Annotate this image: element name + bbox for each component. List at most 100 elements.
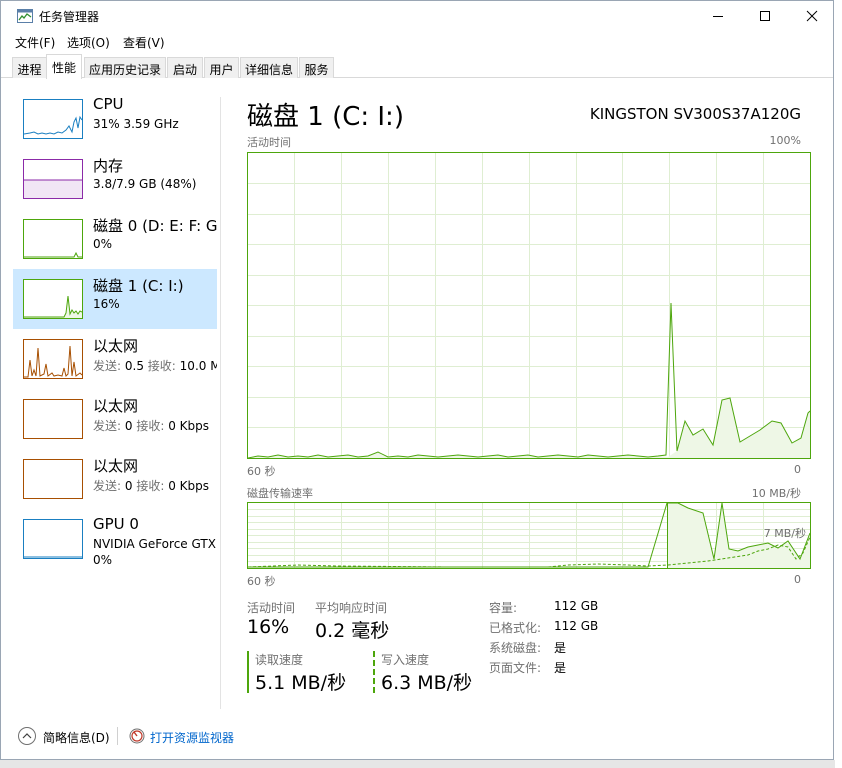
transfer-graph-time-label: 60 秒 xyxy=(247,575,276,588)
tab-startup[interactable]: 启动 xyxy=(167,57,203,78)
gpu-thumbnail-graph xyxy=(23,519,83,559)
formatted-label: 已格式化: xyxy=(489,621,542,635)
desktop-strip-bottom xyxy=(0,760,842,768)
disk-model: KINGSTON SV300S37A120G xyxy=(589,105,801,123)
transfer-graph-min-label: 0 xyxy=(794,573,801,586)
menu-view[interactable]: 查看(V) xyxy=(123,34,165,51)
send-label: 发送: xyxy=(93,359,122,373)
sidebar-item-title: 磁盘 0 (D: E: F: G:) xyxy=(93,217,217,235)
active-time-value: 16% xyxy=(247,616,290,638)
activity-time-plot xyxy=(248,153,810,458)
sidebar-divider xyxy=(220,97,221,709)
sidebar-item-ethernet-1[interactable]: 以太网 发送: 0.5 接收: 10.0 M xyxy=(13,329,217,389)
read-speed-indicator xyxy=(247,651,249,693)
sidebar-item-title: 以太网 xyxy=(93,397,139,415)
sidebar-item-title: GPU 0 xyxy=(93,515,139,533)
open-resource-monitor-link[interactable]: 打开资源监视器 xyxy=(150,729,234,746)
collapse-chevron-icon[interactable] xyxy=(17,726,37,746)
minimize-button[interactable] xyxy=(695,1,741,31)
transfer-rate-plot xyxy=(248,503,810,568)
tab-services[interactable]: 服务 xyxy=(299,57,334,78)
sidebar-item-subtitle: 发送: 0 接收: 0 Kbps xyxy=(93,477,217,494)
title-bar[interactable]: 任务管理器 xyxy=(1,1,833,31)
send-label: 发送: xyxy=(93,479,122,493)
transfer-graph-max-label: 10 MB/秒 xyxy=(751,487,801,500)
sidebar-item-subtitle: 16% xyxy=(93,297,120,311)
tab-users[interactable]: 用户 xyxy=(204,57,239,78)
tab-strip: 进程 性能 应用历史记录 启动 用户 详细信息 服务 xyxy=(1,54,833,79)
receive-value: 0 Kbps xyxy=(168,479,210,493)
task-manager-window: 任务管理器 文件(F) 选项(O) 查看(V) 进程 性能 应用历史记录 启动 … xyxy=(0,0,834,760)
activity-graph-time-label: 60 秒 xyxy=(247,465,276,478)
sidebar-item-subtitle: 3.8/7.9 GB (48%) xyxy=(93,177,197,191)
read-speed-value: 5.1 MB/秒 xyxy=(255,672,347,694)
tab-app-history[interactable]: 应用历史记录 xyxy=(84,57,166,78)
cpu-thumbnail-graph xyxy=(23,99,83,139)
activity-graph-max-label: 100% xyxy=(769,134,801,147)
send-value: 0.5 xyxy=(124,359,144,373)
page-title: 磁盘 1 (C: I:) xyxy=(247,102,404,132)
tab-performance[interactable]: 性能 xyxy=(46,54,82,79)
sidebar-item-title: 以太网 xyxy=(93,457,139,475)
sidebar-item-subtitle: NVIDIA GeForce GTX xyxy=(93,537,216,551)
sidebar-item-subtitle: 31% 3.59 GHz xyxy=(93,117,179,131)
maximize-icon xyxy=(760,11,770,21)
send-value: 0 xyxy=(124,479,133,493)
sidebar-item-title: 磁盘 1 (C: I:) xyxy=(93,277,184,295)
window-title: 任务管理器 xyxy=(39,10,100,24)
sidebar-item-ethernet-3[interactable]: 以太网 发送: 0 接收: 0 Kbps xyxy=(13,449,217,509)
menu-options[interactable]: 选项(O) xyxy=(67,34,110,51)
transfer-rate-graph: 7 MB/秒 xyxy=(247,502,811,569)
activity-graph-min-label: 0 xyxy=(794,463,801,476)
activity-time-graph xyxy=(247,152,811,459)
sidebar-item-disk-1[interactable]: 磁盘 1 (C: I:) 16% xyxy=(13,269,217,329)
sidebar-item-disk-0[interactable]: 磁盘 0 (D: E: F: G:) 0% xyxy=(13,209,217,269)
close-icon xyxy=(806,10,818,22)
system-disk-label: 系统磁盘: xyxy=(489,641,542,655)
sidebar-item-subtitle: 0% xyxy=(93,237,113,251)
ethernet-3-thumbnail-graph xyxy=(23,459,83,499)
transfer-graph-label: 磁盘传输速率 xyxy=(247,487,313,500)
response-time-label: 平均响应时间 xyxy=(315,601,388,615)
send-value: 0 xyxy=(124,419,133,433)
sidebar-item-subtitle: 发送: 0.5 接收: 10.0 M xyxy=(93,357,217,374)
sidebar-item-subtitle-2: 0% xyxy=(93,553,113,567)
write-speed-indicator xyxy=(373,651,375,693)
resource-monitor-icon[interactable] xyxy=(129,728,145,744)
receive-label: 接收: xyxy=(136,479,165,493)
fewer-details-link[interactable]: 简略信息(D) xyxy=(43,729,110,746)
footer-separator xyxy=(117,727,118,745)
sidebar-item-gpu-0[interactable]: GPU 0 NVIDIA GeForce GTX 0% xyxy=(13,509,217,569)
disk-0-thumbnail-graph xyxy=(23,219,83,259)
capacity-value: 112 GB xyxy=(554,599,599,613)
receive-label: 接收: xyxy=(147,359,176,373)
page-file-value: 是 xyxy=(554,661,567,675)
send-label: 发送: xyxy=(93,419,122,433)
sidebar-item-ethernet-2[interactable]: 以太网 发送: 0 接收: 0 Kbps xyxy=(13,389,217,449)
read-speed-label: 读取速度 xyxy=(255,653,304,667)
write-speed-label: 写入速度 xyxy=(381,653,430,667)
tab-processes[interactable]: 进程 xyxy=(12,57,47,78)
sidebar-item-cpu[interactable]: CPU 31% 3.59 GHz xyxy=(13,89,217,149)
system-disk-value: 是 xyxy=(554,641,567,655)
sidebar-item-subtitle: 发送: 0 接收: 0 Kbps xyxy=(93,417,217,434)
menu-file[interactable]: 文件(F) xyxy=(15,34,55,51)
sidebar-item-title: CPU xyxy=(93,95,124,113)
write-speed-value: 6.3 MB/秒 xyxy=(381,672,473,694)
response-time-value: 0.2 毫秒 xyxy=(315,620,390,642)
close-button[interactable] xyxy=(789,1,835,31)
minimize-icon xyxy=(713,16,723,17)
tab-details[interactable]: 详细信息 xyxy=(240,57,298,78)
active-time-label: 活动时间 xyxy=(247,601,296,615)
memory-thumbnail-graph xyxy=(23,159,83,199)
maximize-button[interactable] xyxy=(742,1,788,31)
sidebar-item-title: 内存 xyxy=(93,157,124,175)
ethernet-2-thumbnail-graph xyxy=(23,399,83,439)
desktop-strip-right xyxy=(835,0,842,768)
formatted-value: 112 GB xyxy=(554,619,599,633)
disk-1-thumbnail-graph xyxy=(23,279,83,319)
capacity-label: 容量: xyxy=(489,601,518,615)
page-file-label: 页面文件: xyxy=(489,661,542,675)
receive-value: 0 Kbps xyxy=(168,419,210,433)
sidebar-item-memory[interactable]: 内存 3.8/7.9 GB (48%) xyxy=(13,149,217,209)
